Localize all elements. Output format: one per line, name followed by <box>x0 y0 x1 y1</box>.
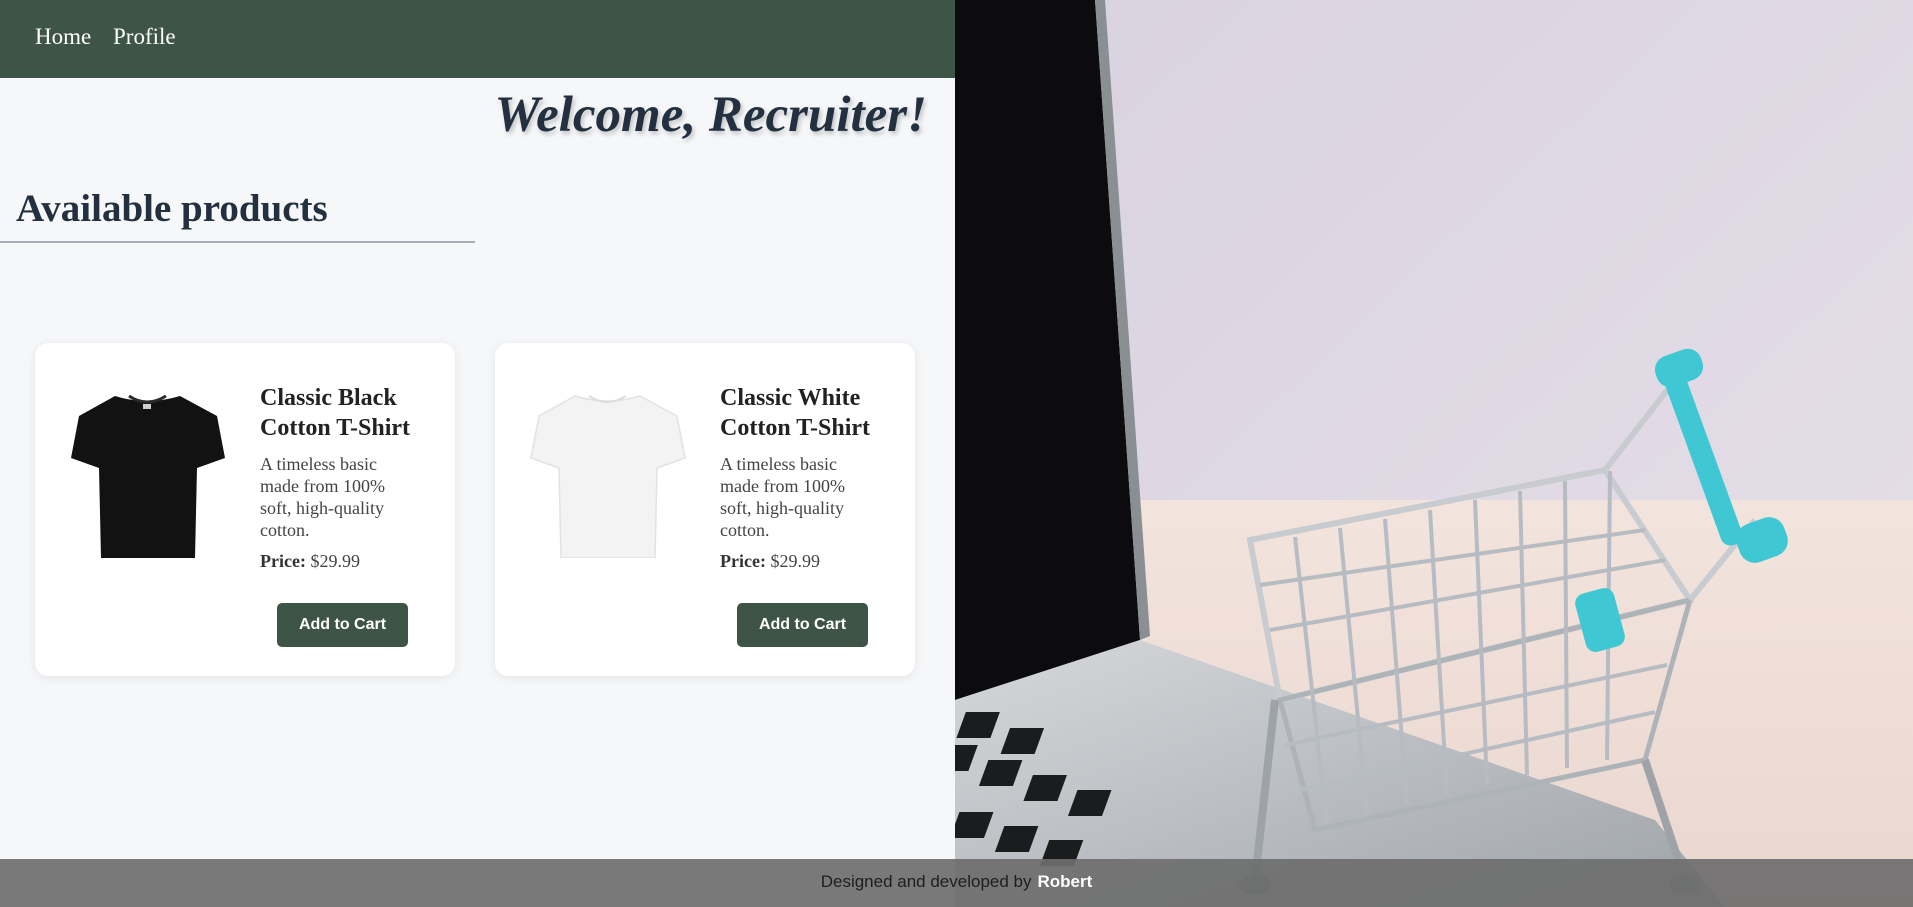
price-label: Price: <box>260 551 306 571</box>
products-section-title: Available products <box>16 187 328 230</box>
tshirt-shape <box>530 395 686 558</box>
welcome-heading: Welcome, Recruiter! <box>494 87 927 143</box>
product-price: Price: $29.99 <box>260 551 360 572</box>
product-card-white-tshirt: Classic White Cotton T-Shirt A timeless … <box>495 343 915 676</box>
section-divider <box>0 241 475 243</box>
price-value: $29.99 <box>770 551 820 571</box>
product-description: A timeless basic made from 100% soft, hi… <box>720 454 845 540</box>
product-price: Price: $29.99 <box>720 551 820 572</box>
page-footer: Designed and developed by Robert <box>0 859 1913 907</box>
tshirt-shape <box>71 396 225 558</box>
add-to-cart-button[interactable]: Add to Cart <box>737 603 868 647</box>
price-label: Price: <box>720 551 766 571</box>
add-to-cart-button[interactable]: Add to Cart <box>277 603 408 647</box>
hero-shopping-cart-image <box>955 0 1913 907</box>
product-card-black-tshirt: Classic Black Cotton T-Shirt A timeless … <box>35 343 455 676</box>
price-value: $29.99 <box>310 551 360 571</box>
white-tshirt-image <box>530 395 686 558</box>
nav-home-link[interactable]: Home <box>35 24 91 50</box>
product-title: Classic White Cotton T-Shirt <box>720 385 871 441</box>
black-tshirt-image <box>71 394 225 558</box>
footer-author: Robert <box>1037 872 1093 891</box>
footer-text: Designed and developed by <box>820 872 1032 891</box>
footer-credit: Designed and developed by Robert <box>0 872 1913 892</box>
product-title: Classic Black Cotton T-Shirt <box>260 385 411 441</box>
nav-profile-link[interactable]: Profile <box>113 24 176 50</box>
main-content: Home Profile Welcome, Recruiter! Availab… <box>0 0 955 907</box>
laptop-cart-illustration <box>955 0 1913 907</box>
product-description: A timeless basic made from 100% soft, hi… <box>260 454 385 540</box>
top-navbar: Home Profile <box>0 0 955 78</box>
